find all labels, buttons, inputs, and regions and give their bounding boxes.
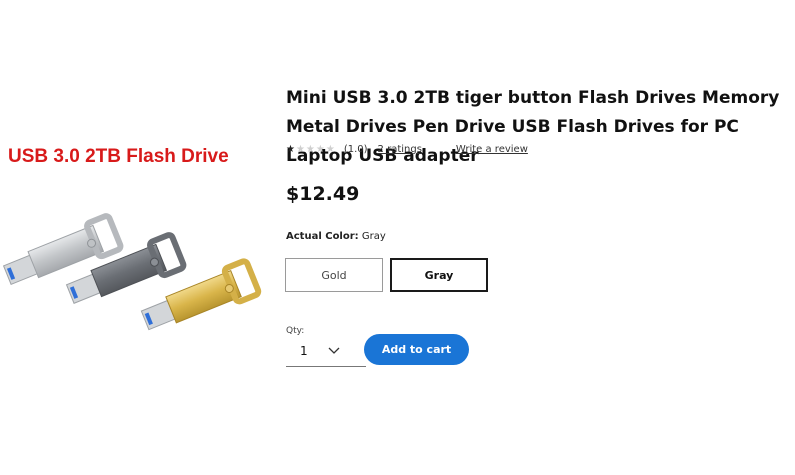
rating-row: ★★★★★ (1.0) 2 ratings Write a review: [286, 144, 528, 155]
color-option-gold[interactable]: Gold: [285, 258, 383, 292]
color-option-gray[interactable]: Gray: [390, 258, 488, 292]
color-label: Actual Color: Gray: [286, 231, 386, 242]
star-rating-icon: ★★★★★: [286, 144, 336, 155]
quantity-select[interactable]: 1: [286, 336, 366, 367]
product-price: $12.49: [286, 183, 360, 205]
ratings-link[interactable]: 2 ratings: [378, 144, 422, 155]
write-review-link[interactable]: Write a review: [456, 144, 528, 155]
promo-label: USB 3.0 2TB Flash Drive: [8, 146, 229, 167]
selected-color: Gray: [361, 231, 386, 242]
product-title: Mini USB 3.0 2TB tiger button Flash Driv…: [286, 88, 780, 166]
product-image: [2, 213, 262, 331]
quantity-caption: Qty:: [286, 326, 305, 336]
quantity-value: 1: [300, 344, 308, 358]
color-label-caption: Actual Color:: [286, 231, 359, 242]
add-to-cart-button[interactable]: Add to cart: [364, 334, 469, 365]
rating-value: (1.0): [343, 144, 368, 155]
chevron-down-icon: [328, 347, 340, 354]
